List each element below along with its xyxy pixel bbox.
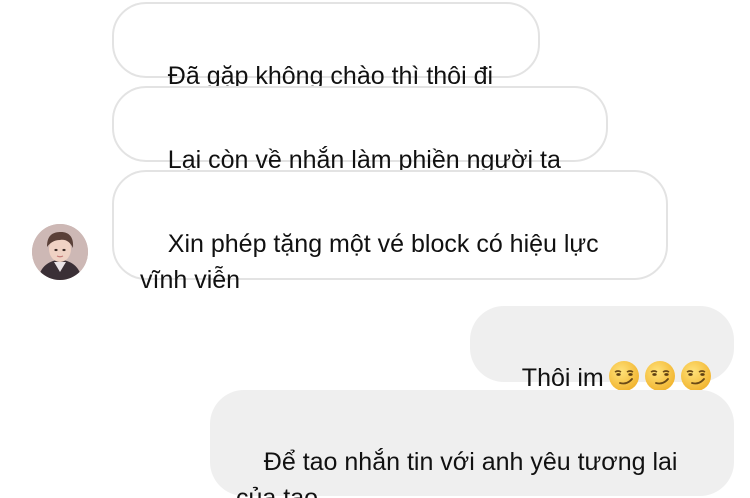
smirking-face-emoji-icon — [644, 361, 675, 391]
smirking-face-emoji-icon — [680, 361, 711, 391]
message-bubble-incoming[interactable]: Đã gặp không chào thì thôi đi — [112, 2, 540, 90]
message-text: Để tao nhắn tin với anh yêu tương lai củ… — [236, 448, 678, 498]
sender-avatar[interactable] — [32, 224, 88, 280]
smirking-face-emoji-icon — [608, 361, 639, 391]
chat-thread: Đã gặp không chào thì thôi đi Lại còn về… — [0, 0, 750, 498]
message-text: Thôi im — [521, 364, 604, 392]
message-bubble-incoming[interactable]: Xin phép tặng một vé block có hiệu lực v… — [112, 170, 668, 294]
emoji-group — [604, 361, 712, 392]
avatar-portrait-icon — [32, 224, 88, 280]
message-bubble-outgoing[interactable]: Để tao nhắn tin với anh yêu tương lai củ… — [210, 390, 734, 498]
message-bubble-incoming[interactable]: Lại còn về nhắn làm phiền người ta — [112, 86, 608, 174]
message-bubble-outgoing[interactable]: Thôi im — [470, 306, 734, 392]
message-text: Xin phép tặng một vé block có hiệu lực v… — [140, 230, 599, 294]
